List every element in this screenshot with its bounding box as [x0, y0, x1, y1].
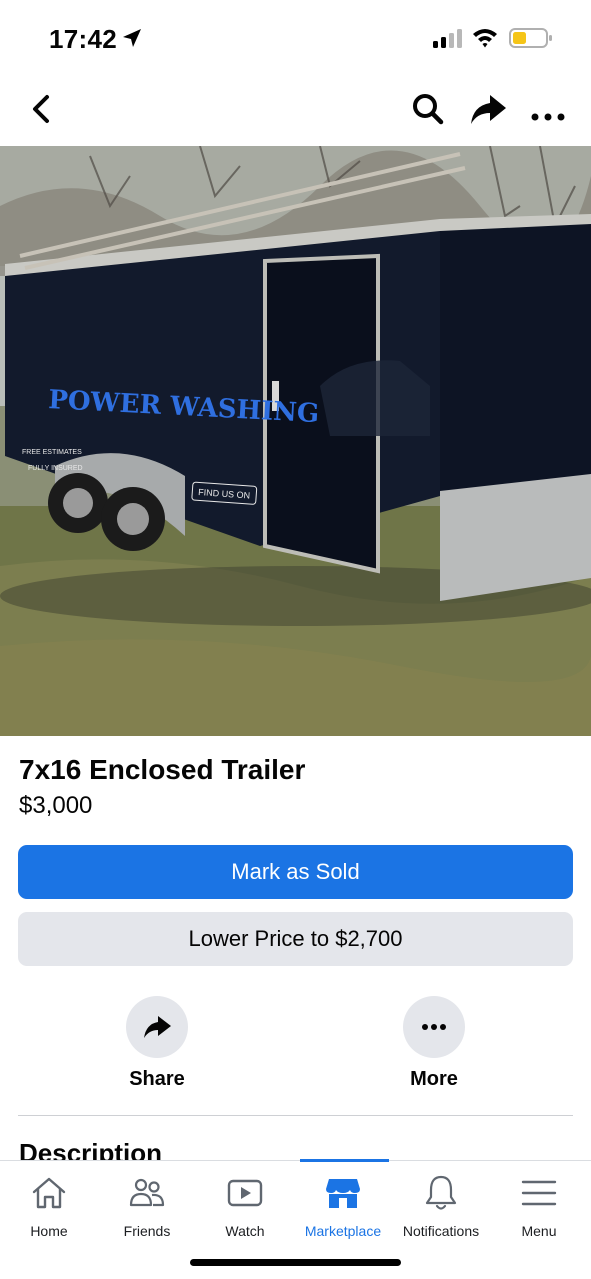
friends-icon	[129, 1178, 165, 1207]
tab-menu-label: Menu	[521, 1223, 557, 1239]
tab-notifications-label: Notifications	[402, 1223, 480, 1239]
search-icon	[413, 94, 444, 125]
tab-friends-label: Friends	[123, 1223, 171, 1239]
share-action[interactable]: Share	[97, 996, 217, 1096]
chevron-left-icon	[33, 95, 49, 123]
status-bar: 17:42	[0, 0, 591, 75]
more-action-circle[interactable]	[403, 996, 465, 1058]
lower-price-button[interactable]: Lower Price to $2,700	[18, 912, 573, 966]
marketplace-icon	[326, 1179, 360, 1208]
more-label: More	[410, 1068, 458, 1090]
share-top-button[interactable]	[466, 87, 510, 131]
more-action[interactable]: More	[374, 996, 494, 1096]
more-top-button[interactable]	[526, 87, 570, 131]
home-indicator	[190, 1259, 401, 1266]
tab-notifications[interactable]: Notifications	[392, 1173, 490, 1253]
tab-watch-label: Watch	[225, 1223, 265, 1239]
cellular-signal-icon	[433, 29, 462, 48]
section-divider	[18, 1115, 573, 1116]
bell-icon	[425, 1175, 457, 1210]
tab-marketplace[interactable]: Marketplace	[294, 1173, 392, 1253]
share-action-circle[interactable]	[126, 996, 188, 1058]
trailer-decal-2: FULLY INSURED	[28, 465, 83, 472]
menu-icon	[521, 1180, 557, 1206]
listing-title: 7x16 Enclosed Trailer	[19, 754, 306, 785]
mark-as-sold-button[interactable]: Mark as Sold	[18, 845, 573, 899]
share-icon	[144, 1016, 171, 1038]
active-tab-indicator	[300, 1159, 389, 1162]
battery-icon	[509, 28, 552, 48]
status-time: 17:42	[49, 24, 117, 54]
tab-menu[interactable]: Menu	[490, 1173, 588, 1253]
tab-home-label: Home	[30, 1223, 68, 1239]
wifi-icon	[473, 29, 497, 48]
top-nav	[0, 75, 591, 145]
listing-price: $3,000	[19, 792, 93, 819]
description-heading: Description	[19, 1138, 163, 1162]
trailer-decal-1: FREE ESTIMATES	[22, 449, 82, 456]
search-button[interactable]	[406, 87, 450, 131]
more-dots-icon	[531, 113, 565, 121]
trailer-photo-illustration: POWER WASHING FREE ESTIMATES FULLY INSUR…	[0, 146, 591, 736]
share-label: Share	[129, 1068, 185, 1090]
tab-marketplace-label: Marketplace	[304, 1223, 382, 1239]
home-icon	[32, 1177, 66, 1209]
more-dots-icon	[422, 1024, 446, 1030]
share-arrow-icon	[471, 95, 506, 124]
location-arrow-icon	[123, 29, 141, 47]
watch-icon	[227, 1179, 263, 1207]
listing-photo[interactable]: POWER WASHING FREE ESTIMATES FULLY INSUR…	[0, 146, 591, 736]
tab-friends[interactable]: Friends	[98, 1173, 196, 1253]
tab-watch[interactable]: Watch	[196, 1173, 294, 1253]
tab-home[interactable]: Home	[0, 1173, 98, 1253]
back-button[interactable]	[22, 89, 62, 129]
